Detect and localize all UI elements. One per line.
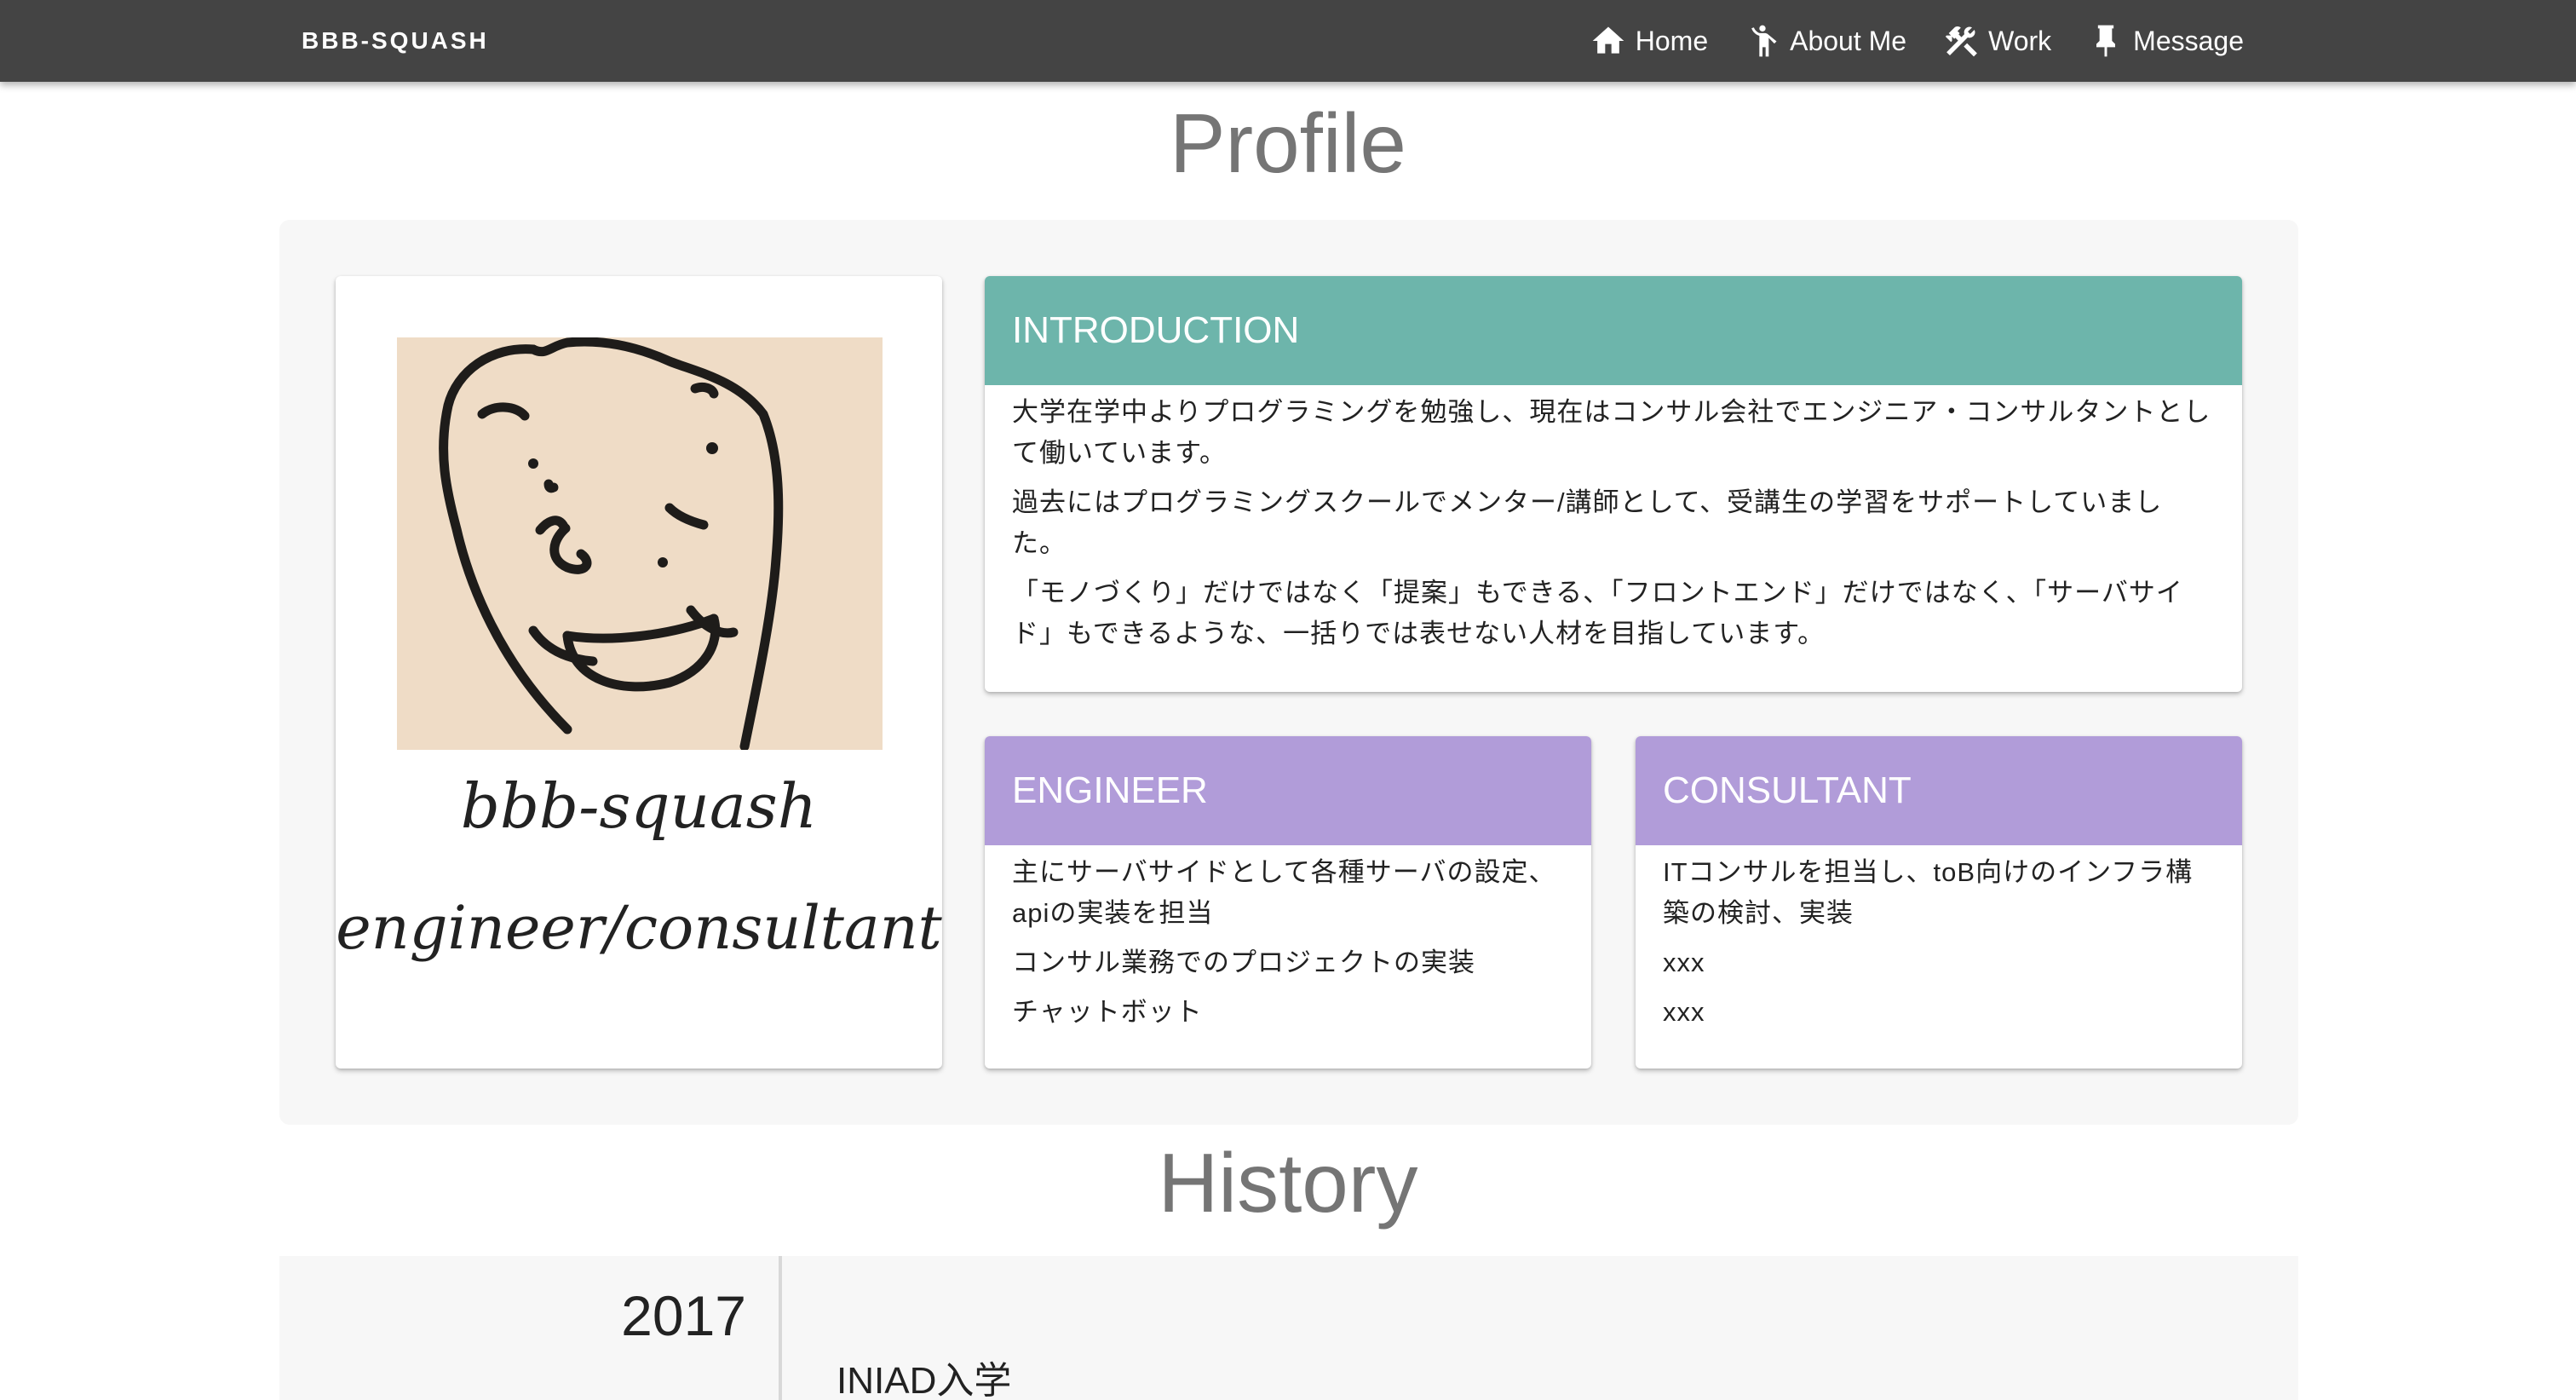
nav-item-message[interactable]: Message <box>2087 22 2244 60</box>
nav-item-label: About Me <box>1790 25 1907 56</box>
engineer-heading: ENGINEER <box>985 736 1591 845</box>
avatar-card: bbb-squash engineer/consultant <box>336 276 942 1069</box>
list-item: 主にサーバサイドとして各種サーバの設定、apiの実装を担当 <box>1012 857 1556 928</box>
nav-item-label: Message <box>2133 25 2244 56</box>
list-item: xxx <box>1663 997 1705 1027</box>
consultant-body: ITコンサルを担当し、toB向けのインフラ構築の検討、実装 xxx xxx <box>1636 845 2242 1033</box>
profile-panel: bbb-squash engineer/consultant INTRODUCT… <box>279 220 2298 1125</box>
nav-item-work[interactable]: Work <box>1942 22 2051 60</box>
history-title: History <box>1158 1136 1418 1230</box>
introduction-paragraph: 過去にはプログラミングスクールでメンター/講師として、受講生の学習をサポートして… <box>1012 487 2163 558</box>
face-drawing <box>397 337 883 752</box>
nav-item-home[interactable]: Home <box>1590 22 1708 60</box>
history-event: INIAD入学 <box>837 1360 1012 1400</box>
profile-role: engineer/consultant <box>336 893 942 963</box>
profile-title: Profile <box>1170 96 1406 190</box>
person-icon <box>1751 25 1777 57</box>
nav-item-about-me[interactable]: About Me <box>1744 22 1906 60</box>
nav-item-label: Work <box>1988 25 2052 56</box>
introduction-heading: INTRODUCTION <box>985 276 2242 385</box>
consultant-card: CONSULTANT ITコンサルを担当し、toB向けのインフラ構築の検討、実装… <box>1636 736 2242 1069</box>
list-item: xxx <box>1663 948 1705 977</box>
engineer-body: 主にサーバサイドとして各種サーバの設定、apiの実装を担当 コンサル業務でのプロ… <box>985 845 1591 1033</box>
profile-name: bbb-squash <box>460 770 818 842</box>
brand-logo[interactable]: BBB-SQUASH <box>302 0 489 82</box>
consultant-heading: CONSULTANT <box>1636 736 2242 845</box>
introduction-card: INTRODUCTION 大学在学中よりプログラミングを勉強し、現在はコンサル会… <box>985 276 2242 692</box>
list-item: チャットボット <box>1012 997 1203 1027</box>
top-navbar: BBB-SQUASH Home About Me Work Message <box>0 0 2576 82</box>
home-icon <box>1592 26 1624 54</box>
avatar <box>397 337 883 752</box>
nav-item-label: Home <box>1635 25 1709 56</box>
list-item: ITコンサルを担当し、toB向けのインフラ構築の検討、実装 <box>1663 857 2194 928</box>
tools-icon <box>1945 26 1977 57</box>
nav-menu: Home About Me Work Message <box>1590 0 2244 82</box>
introduction-paragraph: 大学在学中よりプログラミングを勉強し、現在はコンサル会社でエンジニア・コンサルタ… <box>1012 397 2211 468</box>
introduction-body: 大学在学中よりプログラミングを勉強し、現在はコンサル会社でエンジニア・コンサルタ… <box>985 385 2242 654</box>
timeline-divider <box>779 1256 782 1400</box>
list-item: コンサル業務でのプロジェクトの実装 <box>1012 948 1475 977</box>
history-year: 2017 <box>621 1284 746 1347</box>
history-timeline: 2017 INIAD入学 <box>279 1256 2298 1400</box>
pin-icon <box>2096 25 2116 57</box>
engineer-card: ENGINEER 主にサーバサイドとして各種サーバの設定、apiの実装を担当 コ… <box>985 736 1591 1069</box>
introduction-paragraph: 「モノづくり」だけではなく「提案」もできる、「フロントエンド」だけではなく、「サ… <box>1012 578 2183 648</box>
